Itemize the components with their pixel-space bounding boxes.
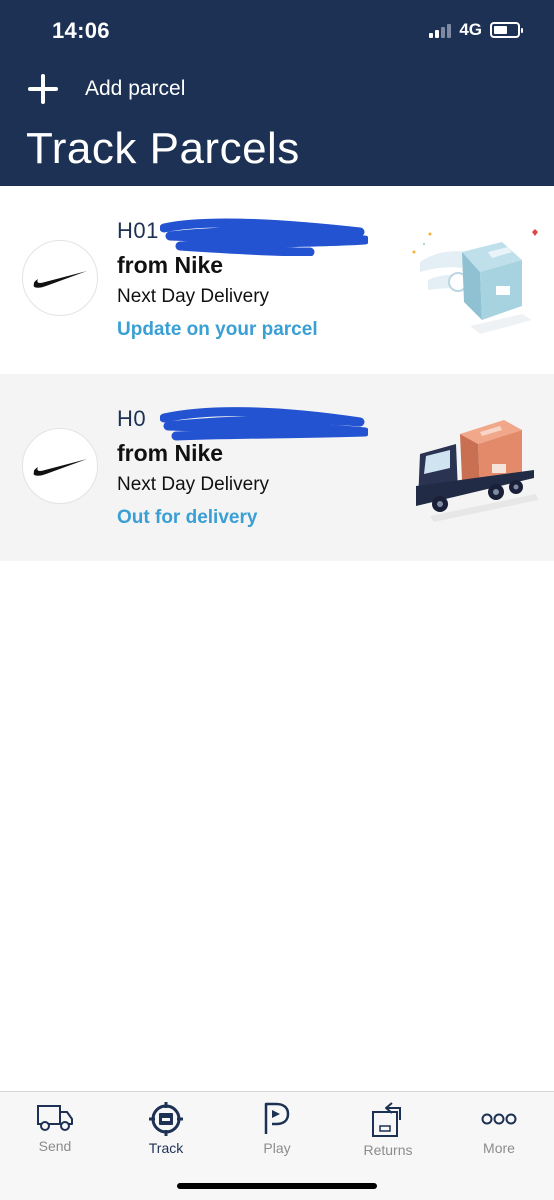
tracking-number: H01: [117, 218, 159, 243]
tab-send-label: Send: [38, 1138, 72, 1154]
page-title: Track Parcels: [26, 124, 300, 173]
plus-icon: [26, 72, 60, 106]
parcel-card[interactable]: H01 from Nike Next Day Delivery Update o…: [0, 186, 554, 373]
play-p-icon: [264, 1102, 290, 1134]
status-bar: 14:06 4G: [0, 0, 554, 62]
nike-logo: [22, 240, 98, 316]
van-icon: [37, 1105, 73, 1131]
nike-swoosh-icon: [33, 271, 87, 288]
parcel-status-link[interactable]: Update on your parcel: [117, 319, 318, 341]
add-parcel-label: Add parcel: [85, 77, 186, 100]
tab-send[interactable]: Send: [0, 1102, 110, 1162]
parcel-service: Next Day Delivery: [117, 286, 270, 307]
network-type: 4G: [459, 20, 482, 39]
returns-box-icon: [372, 1102, 401, 1137]
delivery-truck-icon: [416, 420, 538, 522]
status-indicators: 4G: [429, 20, 523, 40]
tab-returns-label: Returns: [363, 1142, 413, 1158]
track-target-icon: [149, 1102, 183, 1136]
parcel-service: Next Day Delivery: [117, 474, 270, 495]
tab-track-label: Track: [148, 1140, 184, 1156]
parcel-card[interactable]: H0 from Nike Next Day Delivery Out for d…: [0, 374, 554, 561]
add-parcel-button[interactable]: Add parcel: [26, 72, 185, 106]
tab-more-label: More: [483, 1140, 515, 1156]
redaction-scribble: [160, 407, 368, 441]
tab-track[interactable]: Track: [111, 1102, 221, 1162]
tracking-number: H0: [117, 406, 147, 431]
tab-play-label: Play: [263, 1140, 291, 1156]
more-dots-icon: [481, 1113, 517, 1125]
tab-play[interactable]: Play: [222, 1102, 332, 1162]
nike-swoosh-icon: [33, 459, 87, 476]
redaction-scribble: [160, 218, 368, 256]
nike-logo: [22, 428, 98, 504]
status-time: 14:06: [52, 18, 110, 43]
flying-box-icon: [412, 229, 538, 334]
signal-icon: [429, 22, 452, 38]
home-indicator: [177, 1183, 377, 1189]
app-header: 14:06 4G Add parcel Track Parcels: [0, 0, 554, 186]
battery-icon: [490, 22, 523, 38]
parcel-sender: from Nike: [117, 252, 224, 278]
tab-returns[interactable]: Returns: [333, 1102, 443, 1162]
parcel-status-link[interactable]: Out for delivery: [117, 507, 257, 529]
parcel-sender: from Nike: [117, 440, 224, 466]
tab-more[interactable]: More: [444, 1102, 554, 1162]
